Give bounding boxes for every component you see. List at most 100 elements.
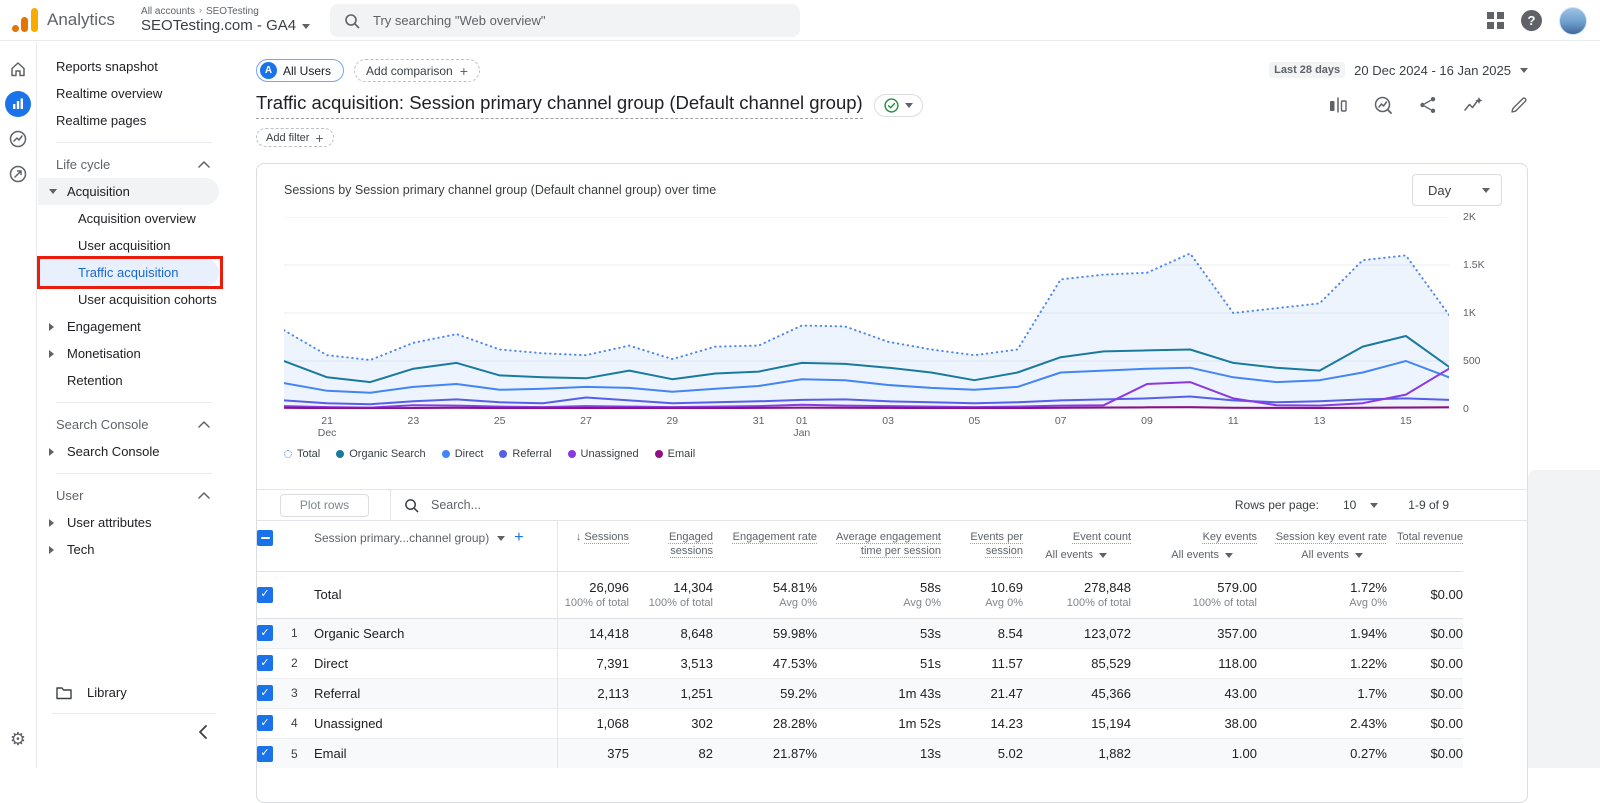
account-switcher[interactable]: All accounts › SEOTesting SEOTesting.com…	[141, 5, 311, 35]
sidebar-item-traffic-acquisition[interactable]: Traffic acquisition	[37, 256, 223, 289]
plot-rows-button[interactable]: Plot rows	[280, 493, 369, 517]
sidebar-section-user[interactable]: User	[38, 482, 224, 509]
plus-icon: +	[459, 62, 468, 79]
column-header-event-count[interactable]: Event count All events	[1023, 521, 1131, 571]
edit-icon[interactable]	[1510, 96, 1528, 114]
legend-item-total[interactable]: Total	[284, 448, 320, 460]
sidebar-item-retention[interactable]: Retention	[38, 367, 224, 394]
x-tick-label: 23	[407, 415, 420, 427]
admin-gear-icon[interactable]: ⚙	[0, 729, 36, 750]
breadcrumb-child[interactable]: SEOTesting	[206, 6, 259, 17]
legend-item-referral[interactable]: Referral	[499, 448, 552, 460]
row-checkbox[interactable]: ✓	[257, 586, 273, 603]
chevron-down-icon[interactable]	[497, 535, 506, 541]
sidebar-item-acquisition[interactable]: Acquisition	[38, 178, 219, 205]
column-header-total-revenue[interactable]: Total revenue	[1387, 521, 1463, 571]
x-tick-label: 05	[968, 415, 981, 427]
metric-cell: 118.00	[1218, 655, 1257, 671]
chevron-up-icon	[198, 421, 210, 428]
advertising-icon[interactable]	[0, 156, 36, 191]
column-header-engagement-rate[interactable]: Engagement rate	[713, 521, 817, 571]
avatar[interactable]	[1559, 6, 1587, 35]
row-checkbox[interactable]: ✓	[257, 685, 273, 702]
page-title[interactable]: Traffic acquisition: Session primary cha…	[256, 92, 863, 119]
total-cell: 10.69 Avg 0%	[941, 571, 1023, 618]
legend-swatch-icon	[499, 450, 508, 458]
sidebar-item-search-console[interactable]: Search Console	[38, 438, 224, 465]
column-header-sessions[interactable]: ↓ Sessions	[556, 521, 629, 571]
add-comparison-button[interactable]: Add comparison +	[354, 59, 480, 82]
indeterminate-checkbox[interactable]	[257, 530, 273, 546]
apps-grid-icon[interactable]	[1487, 12, 1504, 29]
sidebar-section-life-cycle[interactable]: Life cycle	[38, 151, 224, 178]
analytics-logo-icon[interactable]	[12, 8, 38, 32]
legend-item-direct[interactable]: Direct	[441, 448, 483, 460]
all-users-chip[interactable]: A All Users	[256, 59, 345, 82]
comparison-chips: A All Users Add comparison +	[256, 59, 480, 82]
date-range-picker[interactable]: Last 28 days 20 Dec 2024 - 16 Jan 2025	[1269, 62, 1528, 78]
total-subvalue: 100% of total	[564, 597, 629, 609]
column-filter-label: All events	[1045, 549, 1093, 561]
sidebar-section-search-console[interactable]: Search Console	[38, 411, 224, 438]
legend-swatch-icon	[441, 450, 450, 458]
chevron-down-icon[interactable]	[1370, 502, 1379, 508]
legend-item-unassigned[interactable]: Unassigned	[567, 448, 639, 460]
column-filter-select[interactable]: All events	[1023, 548, 1131, 562]
chevron-down-icon	[904, 103, 913, 108]
row-checkbox[interactable]: ✓	[257, 655, 273, 672]
sidebar-item-user-acquisition-cohorts[interactable]: User acquisition cohorts	[38, 286, 224, 313]
row-checkbox[interactable]: ✓	[257, 745, 273, 762]
library-folder-icon	[56, 686, 72, 699]
global-search[interactable]	[330, 4, 800, 37]
row-checkbox[interactable]: ✓	[257, 625, 273, 642]
sidebar-item-realtime-overview[interactable]: Realtime overview	[38, 80, 224, 107]
total-value: 579.00	[1217, 580, 1257, 595]
column-header-session-key-event-rate[interactable]: Session key event rate All events	[1257, 521, 1387, 571]
column-filter-select[interactable]: All events	[1131, 548, 1257, 562]
metric-cell: 5.02	[997, 745, 1023, 761]
add-filter-button[interactable]: Add filter +	[256, 128, 334, 147]
sidebar-item-acquisition-overview[interactable]: Acquisition overview	[38, 205, 224, 232]
interval-select[interactable]: Day	[1412, 174, 1502, 206]
home-icon[interactable]	[0, 51, 36, 86]
sidebar-item-monetisation[interactable]: Monetisation	[38, 340, 224, 367]
sidebar-item-tech[interactable]: Tech	[38, 536, 224, 563]
metric-cell: 357.00	[1217, 625, 1257, 641]
table-search-input[interactable]	[429, 497, 649, 513]
sidebar-item-user-acquisition[interactable]: User acquisition	[38, 232, 224, 259]
sidebar-item-engagement[interactable]: Engagement	[38, 313, 224, 340]
column-header-average-engagement-time-per-session[interactable]: Average engagement time per session	[817, 521, 941, 571]
rows-per-page-value[interactable]: 10	[1343, 498, 1356, 512]
row-checkbox[interactable]: ✓	[257, 715, 273, 732]
chart-compare-icon[interactable]	[1329, 96, 1347, 114]
legend-item-organic-search[interactable]: Organic Search	[336, 448, 426, 460]
explore-sparkline-icon[interactable]	[1464, 96, 1483, 114]
dimension-select[interactable]: Session primary...channel group)	[314, 531, 489, 545]
sidebar-item-user-attributes[interactable]: User attributes	[38, 509, 224, 536]
add-dimension-icon[interactable]: +	[514, 530, 523, 546]
checkbox-mark-icon: ✓	[260, 588, 270, 601]
reports-icon[interactable]	[0, 86, 36, 121]
column-header-label: Engaged sessions	[668, 531, 713, 557]
column-header-key-events[interactable]: Key events All events	[1131, 521, 1257, 571]
column-filter-select[interactable]: All events	[1257, 548, 1387, 562]
breadcrumb-root[interactable]: All accounts	[141, 6, 195, 17]
sessions-line-chart[interactable]	[284, 217, 1449, 409]
sidebar-item-reports-snapshot[interactable]: Reports snapshot	[38, 53, 224, 80]
search-input[interactable]	[371, 12, 751, 29]
sidebar-item-realtime-pages[interactable]: Realtime pages	[38, 107, 224, 134]
help-icon[interactable]: ?	[1521, 10, 1542, 31]
channel-cell: ✓ 5 Email	[257, 738, 557, 768]
explore-icon[interactable]	[0, 121, 36, 156]
table-search[interactable]	[404, 497, 649, 513]
legend-item-email[interactable]: Email	[654, 448, 695, 460]
top-app-bar: Analytics All accounts › SEOTesting SEOT…	[0, 0, 1600, 41]
collapse-nav-icon[interactable]	[198, 725, 208, 739]
sidebar-item-library[interactable]: Library	[38, 679, 224, 706]
column-header-events-per-session[interactable]: Events per session	[941, 521, 1023, 571]
data-quality-badge[interactable]	[873, 94, 923, 117]
property-selector[interactable]: SEOTesting.com - GA4	[141, 17, 311, 35]
column-header-engaged-sessions[interactable]: Engaged sessions	[629, 521, 713, 571]
share-icon[interactable]	[1419, 96, 1437, 114]
insights-icon[interactable]	[1374, 96, 1392, 114]
